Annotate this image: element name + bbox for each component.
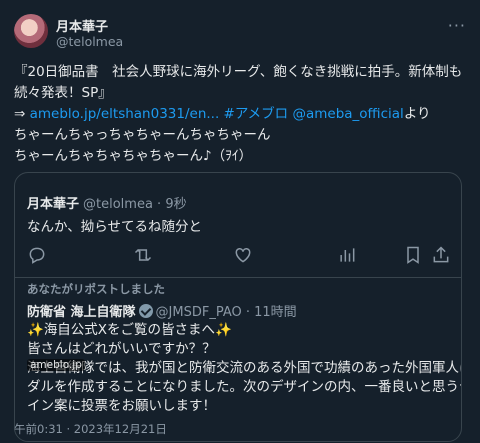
tweet-text: 『20日御品書 社会人野球に海外リーグ、飽くなき挑戦に拍手。新体制も 続々発表！… xyxy=(14,62,470,167)
more-options-icon[interactable]: ··· xyxy=(448,16,466,35)
reposted-line-3: 海上自衛隊では、我が国と防衛交流のある外国で功績のあった外国軍人に xyxy=(27,360,462,376)
author-name[interactable]: 月本華子 xyxy=(56,16,108,35)
sparkle-icon: ✨ xyxy=(27,322,44,338)
hashtag-link[interactable]: #アメブロ xyxy=(219,106,289,122)
avatar[interactable] xyxy=(14,14,48,48)
divider xyxy=(15,277,461,278)
reposted-line-4: ダルを作成することになりました。次のデザインの内、一番良いと思うデ xyxy=(27,379,462,395)
reposted-text: ✨海自公式Xをご覧の皆さまへ✨ 皆さんはどれがいいですか？？ 海上自衛隊では、我… xyxy=(27,321,462,416)
arrow-text: ⇒ xyxy=(14,106,30,122)
watermark: ameblo.jp xyxy=(27,359,85,371)
reposted-line-1: ✨海自公式Xをご覧の皆さまへ✨ xyxy=(27,321,461,340)
reposted-author-name[interactable]: 防衛省 海上自衛隊 xyxy=(27,305,136,320)
reposted-line-5: イン案に投票をお願いします！ xyxy=(27,398,216,414)
tweet-line-3: ⇒ ameblo.jp/eltshan0331/en... #アメブロ @ame… xyxy=(14,104,470,125)
quote-text: なんか、拗らせてるね随分と xyxy=(27,219,202,235)
tweet-line-4: ちゃーんちゃっちゃちゃーんちゃちゃーん xyxy=(14,127,271,143)
quote-author-meta: @telolmea · 9秒 xyxy=(83,197,187,212)
reposted-line-2: 皆さんはどれがいいですか？？ xyxy=(27,341,216,357)
like-icon[interactable] xyxy=(233,245,255,267)
tweet-line-2: 続々発表！SP』 xyxy=(14,85,112,101)
post-timestamp[interactable]: 午前0:31 · 2023年12月21日 xyxy=(14,421,167,437)
quoted-post[interactable]: 月本華子 @telolmea · 9秒 なんか、拗らせてるね随分と あなたがリポス… xyxy=(14,172,462,442)
quote-author-name[interactable]: 月本華子 xyxy=(27,197,79,212)
reposted-line-1-text: 海自公式Xをご覧の皆さまへ xyxy=(43,322,216,338)
repost-icon[interactable] xyxy=(133,245,155,267)
reply-icon[interactable] xyxy=(27,245,49,267)
reposted-header: 防衛省 海上自衛隊 @JMSDF_PAO · 11時間 xyxy=(27,301,297,320)
bookmark-icon[interactable] xyxy=(403,245,425,267)
repost-label: あなたがリポストしました xyxy=(27,282,165,296)
quote-header: 月本華子 @telolmea · 9秒 xyxy=(27,193,187,212)
author-handle[interactable]: @telolmea xyxy=(56,34,123,49)
share-icon[interactable] xyxy=(431,245,453,267)
action-bar xyxy=(15,241,461,271)
tweet-line-5: ちゃーんちゃちゃちゃちゃーん♪（ｦｲ） xyxy=(14,148,253,164)
views-icon[interactable] xyxy=(337,245,359,267)
mention-link[interactable]: @ameba_official xyxy=(288,106,403,122)
tweet-line-1: 『20日御品書 社会人野球に海外リーグ、飽くなき挑戦に拍手。新体制も xyxy=(14,64,463,80)
tweet-header: 月本華子 @telolmea ··· xyxy=(14,14,466,50)
verified-badge-icon xyxy=(138,304,153,318)
suffix-text: より xyxy=(403,106,431,122)
sparkle-icon: ✨ xyxy=(215,322,232,338)
reposted-author-meta: @JMSDF_PAO · 11時間 xyxy=(155,305,297,320)
article-link[interactable]: ameblo.jp/eltshan0331/en... xyxy=(30,106,220,122)
